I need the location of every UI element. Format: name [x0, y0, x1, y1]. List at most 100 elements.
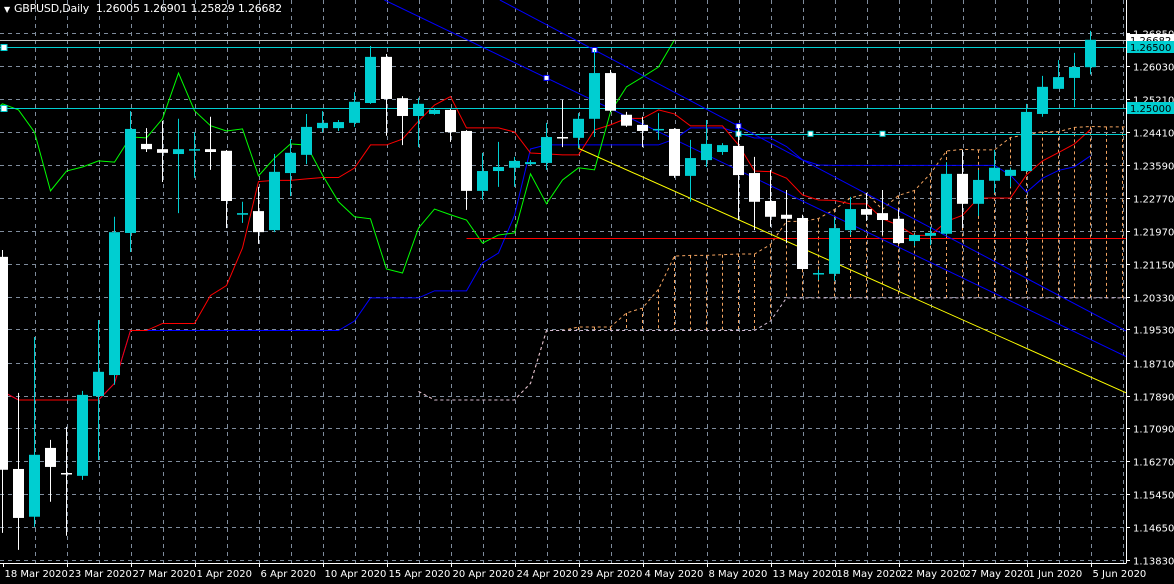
candle-bearish: [781, 190, 792, 244]
price-tick-label: 1.24410: [1133, 129, 1174, 140]
candle-body: [13, 468, 24, 518]
date-tick-label: 27 Mar 2020: [133, 569, 196, 580]
candle-body: [109, 232, 120, 376]
yellow-trendline: [578, 147, 1126, 394]
candle-bullish: [1069, 52, 1080, 108]
candle-bullish: [189, 132, 200, 178]
candle-bullish: [349, 92, 360, 127]
candle-body: [573, 118, 584, 138]
candle-body: [813, 273, 824, 275]
candle-bearish: [61, 426, 72, 536]
candle-body: [717, 145, 728, 153]
candle-body: [317, 122, 328, 129]
candle-body: [253, 211, 264, 233]
price-tick-label: 1.22770: [1133, 195, 1174, 206]
level-1-250-label: 1.25000: [1130, 104, 1171, 115]
candle-bullish: [77, 390, 88, 480]
candle-body: [77, 394, 88, 476]
level-anchor-handle: [0, 105, 8, 112]
date-tick-label: 5 Jun 2020: [1093, 569, 1147, 580]
candle-body: [509, 160, 520, 168]
candle-body: [381, 56, 392, 99]
candle-bullish: [973, 169, 984, 216]
triangle-down-icon[interactable]: ▼: [4, 5, 10, 14]
candle-bullish: [1085, 30, 1096, 75]
date-tick-label: 24 Apr 2020: [517, 569, 579, 580]
candle-bearish: [637, 116, 648, 148]
candle-bearish: [45, 439, 56, 502]
candle-body: [445, 109, 456, 133]
candle-body: [349, 101, 360, 123]
price-tick-label: 1.18710: [1133, 360, 1174, 371]
level-1-265-label: 1.26500: [1130, 43, 1171, 54]
candle-body: [365, 56, 376, 104]
candle-bearish: [557, 99, 568, 148]
candle-body: [61, 473, 72, 475]
candle-body: [589, 73, 600, 119]
candle-bearish: [605, 69, 616, 112]
candle-body: [1053, 77, 1064, 89]
date-tick-label: 18 May 2020: [837, 569, 902, 580]
date-tick-label: 10 Apr 2020: [325, 569, 387, 580]
senkou-span-a-line: [418, 126, 1126, 401]
candle-body: [413, 103, 424, 116]
level-anchor-handle: [879, 130, 886, 137]
candle-body: [221, 150, 232, 201]
candle-body: [301, 126, 312, 155]
price-tick-label: 1.23590: [1133, 162, 1174, 173]
candle-bearish: [253, 186, 264, 244]
candle-body: [797, 217, 808, 269]
ohlc-close: 1.26682: [237, 2, 282, 15]
candle-bullish: [989, 149, 1000, 193]
candle-body: [333, 122, 344, 129]
candle-body: [1037, 86, 1048, 114]
candle-body: [93, 371, 104, 397]
candle-bullish: [301, 113, 312, 165]
price-tick-label: 1.13830: [1133, 557, 1174, 568]
candle-bearish: [141, 128, 152, 153]
candle-bullish: [93, 319, 104, 461]
candle-body: [125, 128, 136, 233]
price-tick-label: 1.21970: [1133, 228, 1174, 239]
candle-body: [173, 149, 184, 155]
candle-bullish: [941, 162, 952, 235]
candle-bullish: [317, 111, 328, 133]
date-tick-label: 13 May 2020: [773, 569, 838, 580]
ohlc-low: 1.25829: [190, 2, 235, 15]
candle-bearish: [157, 120, 168, 182]
candle-body: [493, 166, 504, 172]
candle-bearish: [221, 149, 232, 229]
price-tick-label: 1.17890: [1133, 393, 1174, 404]
candle-bullish: [365, 45, 376, 104]
candle-bearish: [669, 128, 680, 178]
candle-body: [765, 200, 776, 217]
price-tick-label: 1.17090: [1133, 425, 1174, 436]
level-anchor-handle: [807, 130, 814, 137]
candle-bullish: [909, 233, 920, 246]
candle-body: [701, 143, 712, 161]
candle-bullish: [573, 113, 584, 148]
candle-bullish: [589, 49, 600, 138]
candle-body: [637, 124, 648, 131]
candle-body: [29, 454, 40, 517]
candle-body: [781, 214, 792, 219]
chart-header: ▼ GBPUSD,Daily 1.26005 1.26901 1.25829 1.…: [4, 2, 282, 15]
candle-body: [669, 128, 680, 176]
level-anchor-handle: [0, 44, 8, 51]
date-tick-label: 22 May 2020: [901, 569, 966, 580]
candle-bearish: [765, 169, 776, 227]
candle-body: [45, 447, 56, 467]
date-tick-label: 8 May 2020: [709, 569, 768, 580]
candle-body: [1021, 111, 1032, 172]
candle-bullish: [701, 120, 712, 167]
candle-body: [1069, 66, 1080, 78]
price-chart[interactable]: 1.268501.260301.252101.244101.235901.227…: [0, 0, 1174, 584]
candle-body: [925, 232, 936, 236]
price-tick-label: 1.16270: [1133, 458, 1174, 469]
candle-bearish: [797, 214, 808, 270]
candle-body: [829, 228, 840, 274]
candle-body: [205, 149, 216, 153]
price-tick-label: 1.19530: [1133, 326, 1174, 337]
price-tick-label: 1.20330: [1133, 294, 1174, 305]
price-tick-label: 1.15450: [1133, 491, 1174, 502]
